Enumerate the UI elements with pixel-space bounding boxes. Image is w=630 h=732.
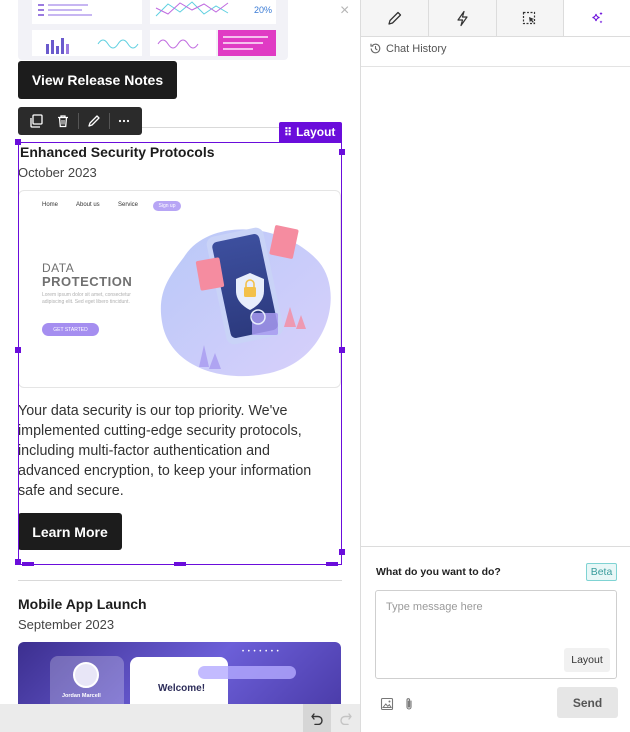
selection-frame[interactable] [18, 142, 342, 565]
history-icon [370, 43, 381, 54]
tab-ai-assistant[interactable] [564, 0, 630, 36]
resize-handle[interactable] [15, 559, 21, 565]
pencil-icon[interactable] [80, 107, 108, 135]
chat-history-label: Chat History [386, 42, 447, 55]
image-upload-icon[interactable] [379, 696, 395, 712]
panel-tabs [361, 0, 630, 37]
password-dots: • • • • • • • [242, 649, 280, 655]
tab-select[interactable] [496, 0, 565, 36]
resize-handle[interactable] [22, 562, 34, 566]
divider [361, 66, 630, 67]
toolbar-separator [108, 113, 110, 129]
view-release-notes-button[interactable]: View Release Notes [18, 61, 177, 99]
resize-handle[interactable] [339, 149, 345, 155]
tab-actions[interactable] [428, 0, 497, 36]
svg-text:20%: 20% [254, 5, 272, 15]
select-icon [523, 11, 536, 24]
resize-handle[interactable] [174, 562, 186, 566]
card-date: September 2023 [18, 617, 115, 632]
pencil-icon [388, 11, 402, 25]
message-input[interactable]: Type message here Layout [375, 590, 617, 679]
divider [18, 580, 342, 581]
resize-handle[interactable] [339, 347, 345, 353]
close-icon[interactable]: × [340, 3, 354, 19]
resize-handle[interactable] [339, 549, 345, 555]
profile-name: Jordan Marcell [62, 693, 101, 699]
layout-tag[interactable]: ⠿ Layout [279, 122, 342, 142]
bolt-icon [457, 10, 468, 26]
copy-icon[interactable] [22, 107, 50, 135]
beta-badge: Beta [586, 563, 617, 581]
message-placeholder: Type message here [386, 601, 483, 613]
undo-icon[interactable] [303, 704, 331, 732]
avatar [73, 662, 99, 688]
resize-handle[interactable] [15, 139, 21, 145]
resize-handle[interactable] [326, 562, 338, 566]
more-icon[interactable] [111, 107, 139, 135]
editor-canvas: × 20% View Release Notes ⠿ Layout Enhanc… [0, 0, 360, 732]
mode-layout-button[interactable]: Layout [564, 648, 610, 672]
mobile-app-image: Jordan Marcell Welcome! • • • • • • • [18, 642, 341, 712]
card-title: Mobile App Launch [18, 596, 147, 612]
chat-history-link[interactable]: Chat History [369, 42, 447, 55]
tab-edit[interactable] [361, 0, 429, 36]
drag-handle-icon[interactable]: ⠿ [284, 126, 292, 139]
release-notes-image: 20% [18, 0, 288, 60]
input-pill [198, 666, 296, 679]
resize-handle[interactable] [15, 347, 21, 353]
trash-icon[interactable] [50, 107, 78, 135]
sparkle-icon [592, 11, 603, 23]
send-button[interactable]: Send [557, 687, 618, 718]
prompt-composer: What do you want to do? Beta Type messag… [361, 546, 630, 732]
layout-tag-label: Layout [296, 125, 336, 139]
prompt-label: What do you want to do? [376, 566, 501, 578]
ai-panel: Chat History What do you want to do? Bet… [360, 0, 630, 732]
welcome-text: Welcome! [158, 683, 206, 694]
element-toolbar [18, 107, 142, 135]
redo-icon[interactable] [332, 704, 360, 732]
toolbar-separator [78, 113, 80, 129]
paperclip-icon[interactable] [401, 696, 417, 712]
